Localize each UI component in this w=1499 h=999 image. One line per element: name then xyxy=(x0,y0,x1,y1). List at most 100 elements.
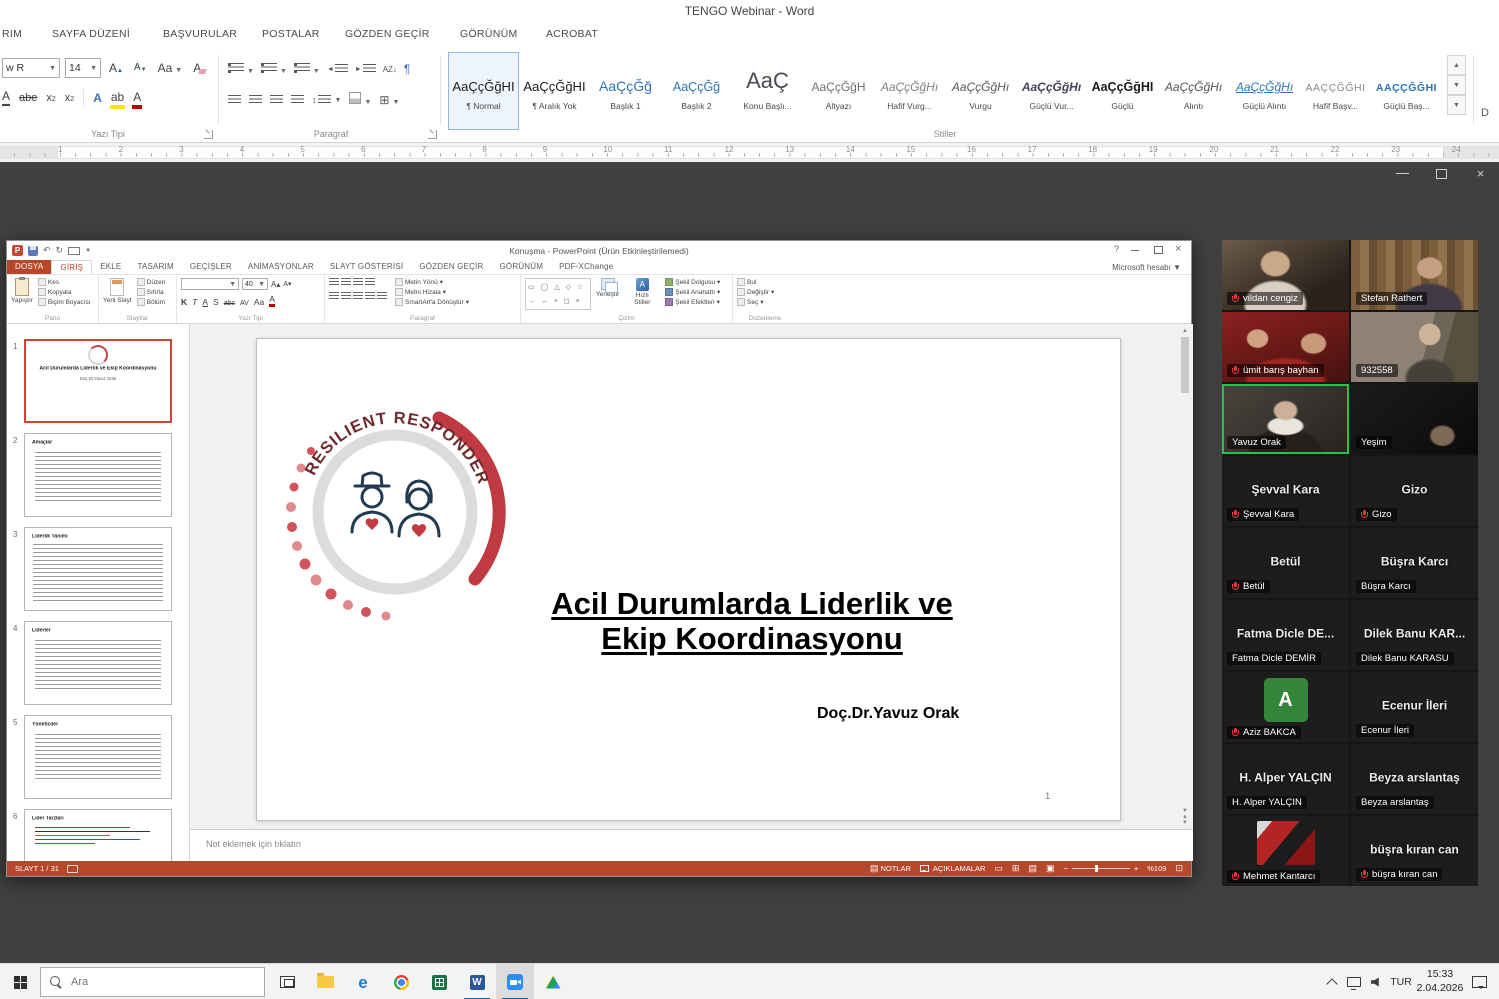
word-button[interactable]: W xyxy=(458,964,496,999)
pilcrow-button[interactable]: ¶ xyxy=(404,62,410,76)
gallery-up-button[interactable]: ▲ xyxy=(1447,55,1466,75)
style-emphasis[interactable]: AaÇçĞğHıVurgu xyxy=(945,52,1016,130)
clear-formatting-button[interactable]: A xyxy=(190,60,204,76)
action-center-button[interactable] xyxy=(1466,964,1492,999)
zoom-slider[interactable]: −+ xyxy=(1063,864,1138,873)
style-no-spacing[interactable]: AaÇçĞğHI¶ Aralık Yok xyxy=(519,52,590,130)
ppt-tab-giris[interactable]: GİRİŞ xyxy=(51,260,92,274)
search-input[interactable] xyxy=(71,976,241,988)
slide-thumbnail-6[interactable]: Lider Tarzları xyxy=(24,809,172,863)
video-tile[interactable]: 932558 xyxy=(1351,312,1478,382)
ppt-justify-icon[interactable] xyxy=(365,292,375,300)
participant-tile[interactable]: Mehmet Kantarcı xyxy=(1222,816,1349,886)
word-tab-gozden-gecir[interactable]: GÖZDEN GEÇİR xyxy=(345,28,430,40)
ppt-font-size-combo[interactable]: 40▼ xyxy=(242,278,268,290)
word-tab-sayfa-duzeni[interactable]: SAYFA DÜZENİ xyxy=(52,28,130,40)
slide-thumbnail-1[interactable]: Acil Durumlarda Liderlik ve Ekip Koordin… xyxy=(24,339,172,423)
style-normal[interactable]: AaÇçĞğHI¶ Normal xyxy=(448,52,519,130)
quick-styles-button[interactable]: AHızlı Stiller xyxy=(627,278,657,310)
ppt-italic-button[interactable]: T xyxy=(192,297,197,307)
ppt-align-center-icon[interactable] xyxy=(341,292,351,300)
ppt-spacing-button[interactable]: AV xyxy=(240,300,249,307)
ppt-align-right-icon[interactable] xyxy=(353,292,363,300)
style-subtle-reference[interactable]: AAÇÇĞĞHIHafif Başv... xyxy=(1300,52,1371,130)
zoom-level[interactable]: %109 xyxy=(1147,864,1166,873)
font-color-button[interactable]: A xyxy=(133,91,141,104)
font-dialog-launcher[interactable] xyxy=(204,130,213,139)
multilevel-list-button[interactable]: ▼ xyxy=(294,60,320,78)
video-tile[interactable]: ümit barış bayhan xyxy=(1222,312,1349,382)
ppt-tab-ekle[interactable]: EKLE xyxy=(92,260,129,274)
slide-thumbnail-3[interactable]: Liderlik Tanımı xyxy=(24,527,172,611)
copy-button[interactable]: Kopyala xyxy=(38,288,91,296)
word-tab-basvurular[interactable]: BAŞVURULAR xyxy=(163,28,237,40)
ppt-tab-gecisler[interactable]: GEÇİŞLER xyxy=(182,260,240,274)
comments-toggle[interactable]: AÇIKLAMALAR xyxy=(920,864,986,873)
ppt-tab-pdf-xchange[interactable]: PDF-XChange xyxy=(551,260,621,274)
borders-button[interactable]: ⊞▼ xyxy=(379,91,399,109)
file-explorer-button[interactable] xyxy=(306,964,344,999)
section-button[interactable]: Bölüm xyxy=(137,298,166,306)
ppt-bold-button[interactable]: K xyxy=(181,297,187,307)
arrange-button[interactable]: Yerleştir xyxy=(596,278,619,310)
align-right-button[interactable] xyxy=(270,95,283,105)
style-heading1[interactable]: AaÇçĞğBaşlık 1 xyxy=(590,52,661,130)
video-tile-active-speaker[interactable]: Yavuz Orak xyxy=(1222,384,1349,454)
participant-tile[interactable]: Dilek Banu KAR... Dilek Banu KARASU xyxy=(1351,600,1478,670)
grow-font-button[interactable]: A▲ xyxy=(106,61,126,75)
shape-effects-button[interactable]: Şekil Efektleri ▾ xyxy=(665,298,720,306)
style-intense-quote[interactable]: AaÇçĞğHıGüçlü Alıntı xyxy=(1229,52,1300,130)
numbered-list-button[interactable]: ▼ xyxy=(261,60,287,78)
ppt-tab-slayt-gosterisi[interactable]: SLAYT GÖSTERİSİ xyxy=(322,260,411,274)
shrink-font-button[interactable]: A▼ xyxy=(131,62,150,74)
taskbar-search[interactable] xyxy=(40,967,265,997)
participant-tile[interactable]: Ecenur İleri Ecenur İleri xyxy=(1351,672,1478,742)
ppt-tab-dosya[interactable]: DOSYA xyxy=(7,260,51,274)
style-intense-reference[interactable]: AAÇÇĞĞHIGüçlü Baş... xyxy=(1371,52,1442,130)
word-tab-postalar[interactable]: POSTALAR xyxy=(262,28,320,40)
style-strong[interactable]: AaÇçĞğHIGüçlü xyxy=(1087,52,1158,130)
participant-tile[interactable]: büşra kıran can büşra kıran can xyxy=(1351,816,1478,886)
format-painter-button[interactable]: Biçim Boyacısı xyxy=(38,298,91,306)
ppt-case-button[interactable]: Aa xyxy=(254,297,264,307)
ppt-indent-dec-icon[interactable] xyxy=(353,278,363,286)
style-subtitle[interactable]: AaÇçĞğHAltyazı xyxy=(803,52,874,130)
task-view-button[interactable] xyxy=(268,964,306,999)
highlight-color-button[interactable]: ab xyxy=(111,91,124,104)
text-direction-button[interactable]: Metin Yönü ▾ xyxy=(395,278,469,286)
line-spacing-button[interactable]: ↕▼ xyxy=(312,95,341,105)
style-heading2[interactable]: AaÇçĞğBaşlık 2 xyxy=(661,52,732,130)
align-text-button[interactable]: Metni Hizala ▾ xyxy=(395,288,469,296)
notes-toggle[interactable]: ▤ NOTLAR xyxy=(870,864,911,873)
smartart-button[interactable]: SmartArt'a Dönüştür ▾ xyxy=(395,298,469,306)
slide-thumbnail-5[interactable]: Yöneticiler xyxy=(24,715,172,799)
participant-tile[interactable]: Betül Betül xyxy=(1222,528,1349,598)
participant-tile[interactable]: Şevval Kara Şevval Kara xyxy=(1222,456,1349,526)
gallery-down-button[interactable]: ▼ xyxy=(1447,75,1466,95)
change-case-button[interactable]: Aa▼ xyxy=(155,61,186,75)
justify-button[interactable] xyxy=(291,95,304,105)
tray-display-button[interactable] xyxy=(1344,964,1364,999)
participant-tile[interactable]: Gizo Gizo xyxy=(1351,456,1478,526)
slide[interactable]: RESILIENT RESPONDERS xyxy=(256,338,1121,821)
superscript-button[interactable]: x2 xyxy=(65,92,74,104)
ppt-tab-gozden-gecir[interactable]: GÖZDEN GEÇİR xyxy=(411,260,491,274)
paste-button[interactable]: Yapıştır xyxy=(11,278,33,304)
start-button[interactable] xyxy=(0,964,40,999)
ppt-numbering-icon[interactable] xyxy=(341,278,351,286)
ppt-shadow-button[interactable]: S xyxy=(213,297,219,307)
select-button[interactable]: Seç ▾ xyxy=(737,298,774,306)
shape-fill-button[interactable]: Şekil Dolgusu ▾ xyxy=(665,278,720,286)
participant-tile[interactable]: H. Alper YALÇIN H. Alper YALÇIN xyxy=(1222,744,1349,814)
minimize-icon[interactable] xyxy=(1396,168,1409,179)
help-icon[interactable]: ? xyxy=(1114,244,1119,254)
tray-volume-button[interactable] xyxy=(1366,964,1386,999)
scroll-thumb[interactable] xyxy=(1181,337,1189,393)
drive-button[interactable] xyxy=(534,964,572,999)
strikethrough-button[interactable]: abe xyxy=(19,92,37,104)
video-tile[interactable]: Yeşim xyxy=(1351,384,1478,454)
text-effects-button[interactable]: A xyxy=(93,91,102,105)
chrome-button[interactable] xyxy=(382,964,420,999)
decrease-indent-button[interactable]: ◄ xyxy=(327,64,348,74)
slide-thumbnail-4[interactable]: Liderler xyxy=(24,621,172,705)
